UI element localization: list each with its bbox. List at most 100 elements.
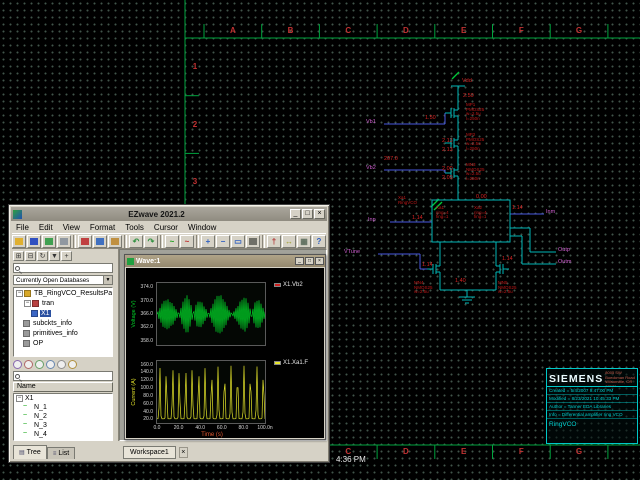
add-wave-icon[interactable]: ~	[165, 235, 179, 248]
expand-all-icon[interactable]: ⊞	[13, 251, 24, 261]
tree-item-label: X1	[24, 395, 35, 402]
pin-icon[interactable]: +	[61, 251, 72, 261]
noise-probe-icon[interactable]	[46, 360, 55, 369]
device-annotation: Xa1ring=4fing=1	[436, 206, 449, 220]
menu-file[interactable]: File	[11, 223, 34, 232]
open-waveform-icon-glyph	[15, 238, 23, 245]
search-icon	[15, 266, 20, 271]
voltage-probe-icon[interactable]	[13, 360, 22, 369]
paste-icon[interactable]	[108, 235, 122, 248]
refresh-icon[interactable]: ↻	[37, 251, 48, 261]
waveform-icon: ~	[23, 432, 31, 438]
database-search[interactable]	[13, 263, 113, 273]
current-probe-icon[interactable]	[24, 360, 33, 369]
tree-item-n_4[interactable]: ~N_4	[14, 430, 112, 439]
ezwave-titlebar[interactable]: EZwave 2021.2 _ □ ×	[11, 207, 327, 221]
zoom-in-icon[interactable]: +	[201, 235, 215, 248]
redo-icon[interactable]: ↷	[144, 235, 158, 248]
frame-row-label: 2	[189, 120, 201, 129]
digital-probe-icon[interactable]	[68, 360, 77, 369]
collapse-all-icon[interactable]: ⊟	[25, 251, 36, 261]
tab-list[interactable]: ≡List	[47, 447, 75, 459]
zoom-full-icon[interactable]: ▭	[231, 235, 245, 248]
wave-titlebar[interactable]: Wave:1 _ □ ×	[125, 255, 325, 267]
tree-item-tran[interactable]: −tran	[14, 298, 112, 308]
tree-item-x1[interactable]: −X1	[14, 394, 112, 403]
filter-icon[interactable]: ▼	[49, 251, 60, 261]
undo-icon[interactable]: ↶	[129, 235, 143, 248]
print-icon[interactable]	[57, 235, 71, 248]
tree-expander[interactable]: −	[16, 290, 23, 297]
power-probe-icon[interactable]	[35, 360, 44, 369]
wave-window: Wave:1 _ □ × Voltage (V) Current (A) 374…	[124, 254, 326, 440]
database-search-input[interactable]	[20, 264, 112, 272]
voltage-waveform-plot[interactable]	[156, 282, 266, 346]
name-column-header[interactable]: Name	[13, 382, 113, 392]
menu-format[interactable]: Format	[85, 223, 120, 232]
menu-edit[interactable]: Edit	[34, 223, 58, 232]
tree-item-x1[interactable]: X1	[14, 308, 112, 318]
port-label: Vb2	[366, 165, 376, 171]
export-icon[interactable]	[42, 235, 56, 248]
tree-item-tb_ringvco_resultspa[interactable]: −TB_RingVCO_ResultsPa	[14, 288, 112, 298]
op-probe-icon[interactable]	[57, 360, 66, 369]
open-waveform-icon[interactable]	[12, 235, 26, 248]
menu-window[interactable]: Window	[183, 223, 221, 232]
save-icon[interactable]	[27, 235, 41, 248]
title-block-field: Created = 5/4/2007 9:47:00 PM	[547, 387, 637, 395]
maximize-button[interactable]: □	[302, 209, 313, 219]
taskbar-clock: 4:36 PM	[336, 455, 366, 464]
tree-item-op[interactable]: OP	[14, 338, 112, 348]
workspace-close-button[interactable]: ×	[179, 447, 188, 458]
axis-tick-label: 100.0	[128, 385, 153, 391]
chevron-down-icon: ▼	[103, 276, 112, 284]
close-button[interactable]: ×	[314, 209, 325, 219]
signal-type-toolbar	[13, 359, 77, 370]
zoom-out-icon[interactable]: −	[216, 235, 230, 248]
grid-icon[interactable]: ▦	[297, 235, 311, 248]
signal-search[interactable]	[13, 371, 113, 381]
axis-tick-label: 366.0	[128, 311, 153, 317]
tree-item-subckts_info[interactable]: subckts_info	[14, 318, 112, 328]
tree-item-label: primitives_info	[32, 330, 79, 337]
minimize-button[interactable]: _	[290, 209, 301, 219]
tree-item-primitives_info[interactable]: primitives_info	[14, 328, 112, 338]
copy-icon[interactable]	[93, 235, 107, 248]
tree-expander[interactable]: −	[24, 300, 31, 307]
menu-view[interactable]: View	[58, 223, 85, 232]
pan-icon[interactable]	[246, 235, 260, 248]
menu-tools[interactable]: Tools	[120, 223, 149, 232]
tree-item-n_3[interactable]: ~N_3	[14, 421, 112, 430]
menu-cursor[interactable]: Cursor	[149, 223, 183, 232]
component-value-label: 1.50	[425, 115, 436, 121]
legend-swatch	[274, 283, 281, 287]
tab-tree[interactable]: ▤Tree	[13, 445, 47, 459]
measure-icon[interactable]: ↔	[282, 235, 296, 248]
axis-tick-label: 40.0	[191, 425, 209, 431]
component-value-label: 1.14	[412, 215, 423, 221]
port-label: Outm	[558, 259, 571, 265]
workspace-tab[interactable]: Workspace1	[123, 446, 176, 459]
title-block-field: RingVCO	[547, 419, 637, 431]
legend-label: X1.Xa1.F	[283, 360, 308, 366]
help-icon[interactable]: ?	[312, 235, 326, 248]
delete-wave-icon[interactable]: ~	[180, 235, 194, 248]
axis-tick-label: 40.0	[128, 409, 153, 415]
tree-item-n_1[interactable]: ~N_1	[14, 403, 112, 412]
tree-item-n_2[interactable]: ~N_2	[14, 412, 112, 421]
plot-area[interactable]: Voltage (V) Current (A) 374.0370.0366.03…	[126, 268, 324, 438]
tree-item-label: OP	[32, 340, 44, 347]
cut-icon[interactable]	[78, 235, 92, 248]
wave-close-button[interactable]: ×	[315, 257, 324, 265]
title-block-rows: Created = 5/4/2007 9:47:00 PMModified = …	[547, 387, 637, 431]
database-scope-combobox[interactable]: Currently Open Databases ▼	[13, 275, 113, 285]
legend-item[interactable]: X1.Xa1.F	[274, 360, 308, 366]
wave-minimize-button[interactable]: _	[295, 257, 304, 265]
wave-maximize-button[interactable]: □	[305, 257, 314, 265]
signal-search-input[interactable]	[20, 372, 112, 380]
legend-item[interactable]: X1.Vb2	[274, 282, 303, 288]
tree-expander[interactable]: −	[16, 395, 23, 402]
port-label: Outp	[558, 247, 570, 253]
current-waveform-plot[interactable]	[156, 360, 266, 424]
cursor-icon[interactable]: †	[267, 235, 281, 248]
